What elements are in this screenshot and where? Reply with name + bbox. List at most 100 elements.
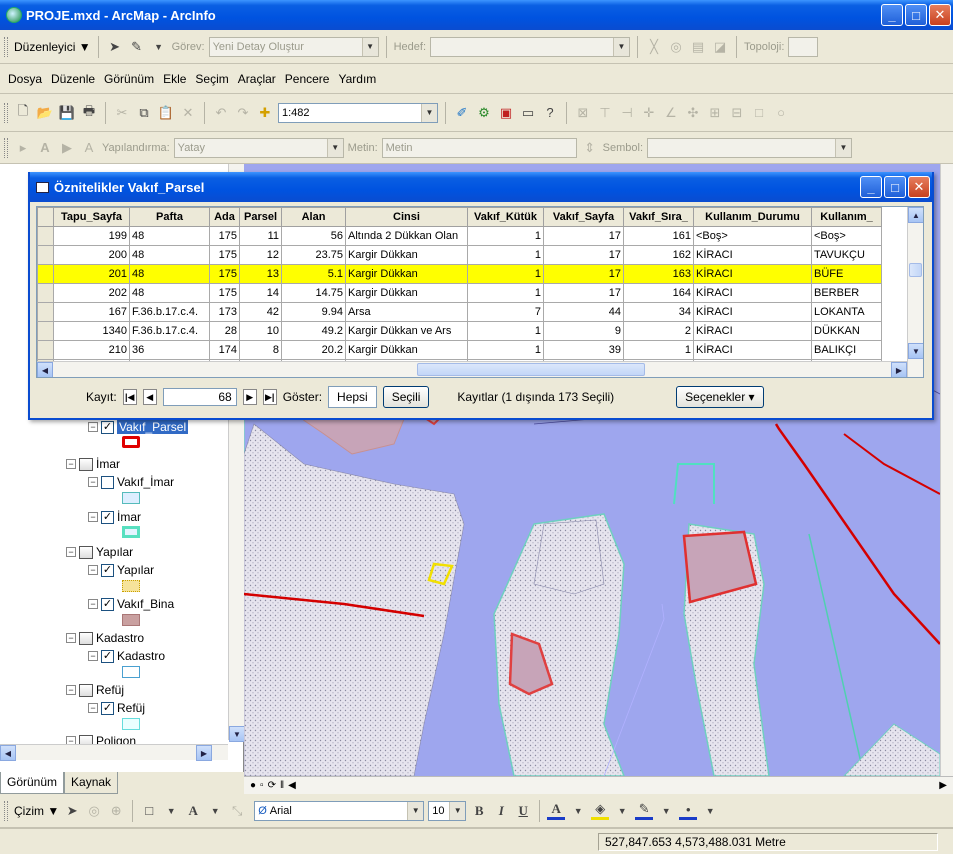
toc-group-refuj[interactable]: − Refüj bbox=[66, 683, 124, 697]
table-cell[interactable]: 48 bbox=[129, 264, 210, 284]
menu-edit[interactable]: Düzenle bbox=[51, 72, 95, 86]
table-row[interactable]: 1340 F.36.b.17.c.4. 28 10 49.2 Kargir Dükkan … bbox=[37, 321, 882, 341]
record-number-input[interactable]: 68 bbox=[162, 388, 237, 406]
editor-toolbar-icon[interactable]: ✐ bbox=[453, 104, 471, 122]
editor-menu-button[interactable]: Düzenleyici ▼ bbox=[14, 40, 91, 54]
marker-color-icon[interactable]: • bbox=[679, 802, 698, 820]
table-row[interactable]: 199 48 175 11 56 Altında 2 Dükkan Olan 1 17 161 <… bbox=[37, 226, 882, 246]
table-cell[interactable]: LOKANTA bbox=[811, 302, 882, 322]
table-cell[interactable]: 34 bbox=[623, 302, 694, 322]
table-cell[interactable]: 1 bbox=[467, 264, 544, 284]
table-cell[interactable]: 199 bbox=[53, 226, 130, 246]
whats-this-icon[interactable]: ? bbox=[541, 104, 559, 122]
table-cell[interactable]: <Boş> bbox=[693, 226, 812, 246]
angle-icon[interactable]: ∠ bbox=[662, 104, 680, 122]
table-cell[interactable]: 28 bbox=[209, 321, 240, 341]
rectangle-icon[interactable]: □ bbox=[750, 104, 768, 122]
table-cell[interactable]: 175 bbox=[209, 283, 240, 303]
table-cell[interactable]: BÜFE bbox=[811, 264, 882, 284]
text-tool-icon[interactable]: A bbox=[184, 802, 202, 820]
table-cell[interactable]: 163 bbox=[623, 264, 694, 284]
table-cell[interactable]: KİRACI bbox=[693, 264, 812, 284]
table-cell[interactable]: 39 bbox=[543, 340, 624, 360]
pause-icon[interactable]: ‖ bbox=[280, 780, 284, 791]
toc-layer-imar[interactable]: − ✓ İmar bbox=[88, 510, 141, 524]
toolbar-grip[interactable] bbox=[4, 36, 8, 57]
chevron-down-icon[interactable]: ▼ bbox=[657, 802, 675, 820]
table-cell[interactable]: 23.75 bbox=[281, 245, 346, 265]
scroll-thumb[interactable] bbox=[909, 263, 922, 277]
table-cell[interactable]: 49.2 bbox=[281, 321, 346, 341]
close-button[interactable]: ✕ bbox=[929, 4, 951, 26]
rectangle-draw-icon[interactable]: □ bbox=[140, 802, 158, 820]
toc-group-imar[interactable]: − İmar bbox=[66, 457, 120, 471]
trace-icon[interactable]: ⊣ bbox=[618, 104, 636, 122]
table-cell[interactable]: Altında 2 Dükkan Olan bbox=[345, 226, 468, 246]
drawing-menu-button[interactable]: Çizim ▼ bbox=[14, 804, 59, 818]
table-cell[interactable]: 13 bbox=[239, 264, 282, 284]
toc-group-kadastro[interactable]: − Kadastro bbox=[66, 631, 144, 645]
column-header[interactable]: Vakıf_Sıra_ bbox=[623, 207, 694, 227]
attr-maximize-button[interactable]: □ bbox=[884, 176, 906, 198]
table-cell[interactable]: 17 bbox=[543, 264, 624, 284]
table-cell[interactable]: 173 bbox=[209, 302, 240, 322]
table-cell[interactable]: 12 bbox=[239, 245, 282, 265]
table-cell[interactable]: 1340 bbox=[53, 321, 130, 341]
vertex-icon[interactable]: ✣ bbox=[684, 104, 702, 122]
sketch-tool-icon[interactable]: ✎ bbox=[128, 38, 146, 56]
zoom-to-selected-icon[interactable]: ⊕ bbox=[107, 802, 125, 820]
layer-checkbox[interactable]: ✓ bbox=[101, 597, 114, 611]
cut-icon[interactable]: ✂ bbox=[113, 104, 131, 122]
label-weight-icon[interactable]: A bbox=[80, 139, 98, 157]
zoom-box-icon[interactable]: ⊠ bbox=[574, 104, 592, 122]
first-record-button[interactable]: |◀ bbox=[122, 389, 137, 405]
crosshair-icon[interactable]: ✛ bbox=[640, 104, 658, 122]
table-cell[interactable]: 162 bbox=[623, 245, 694, 265]
table-cell[interactable]: KİRACI bbox=[693, 340, 812, 360]
table-cell[interactable]: 1 bbox=[467, 245, 544, 265]
table-cell[interactable]: KİRACI bbox=[693, 302, 812, 322]
column-header[interactable]: Alan bbox=[281, 207, 346, 227]
toc-layer-vakif-bina[interactable]: − ✓ Vakıf_Bina bbox=[88, 597, 174, 611]
layer-label[interactable]: Vakıf_Parsel bbox=[117, 420, 189, 434]
redo-icon[interactable]: ↷ bbox=[234, 104, 252, 122]
table-cell[interactable]: Arsa bbox=[345, 302, 468, 322]
table-cell[interactable]: 164 bbox=[623, 283, 694, 303]
bold-icon[interactable]: B bbox=[470, 802, 488, 820]
table-cell[interactable]: 14 bbox=[239, 283, 282, 303]
table-cell[interactable]: Kargir Dükkan ve Ars bbox=[345, 321, 468, 341]
label-manager-icon[interactable]: ▸ bbox=[14, 139, 32, 157]
row-selector[interactable] bbox=[37, 245, 54, 265]
menu-help[interactable]: Yardım bbox=[338, 72, 376, 86]
new-document-icon[interactable]: 🗋 bbox=[14, 103, 32, 122]
toc-layer-vakif-parsel[interactable]: − ✓ Vakıf_Parsel bbox=[88, 420, 189, 434]
paste-icon[interactable]: 📋 bbox=[157, 104, 175, 122]
table-cell[interactable]: Kargir Dükkan bbox=[345, 283, 468, 303]
arccatalog-icon[interactable]: ⚙ bbox=[475, 104, 493, 122]
row-selector[interactable] bbox=[37, 226, 54, 246]
font-dropdown[interactable]: Ø Arial ▼ bbox=[254, 800, 425, 821]
table-cell[interactable]: 7 bbox=[467, 302, 544, 322]
show-selected-button[interactable]: Seçili bbox=[382, 386, 430, 408]
tab-display[interactable]: Görünüm bbox=[0, 772, 65, 794]
edit-tool-icon[interactable]: ➤ bbox=[106, 38, 124, 56]
toc-layer-vakif-imar[interactable]: − Vakıf_İmar bbox=[88, 475, 174, 489]
table-row[interactable]: 200 48 175 12 23.75 Kargir Dükkan 1 17 162 KİRACI… bbox=[37, 245, 882, 265]
attribute-grid[interactable]: Tapu_Sayfa Pafta Ada Parsel Alan Cinsi V… bbox=[36, 206, 924, 378]
underline-icon[interactable]: U bbox=[514, 802, 532, 820]
grid-horizontal-scrollbar[interactable]: ◀ ▶ bbox=[37, 361, 907, 377]
scroll-left-icon[interactable]: ◀ bbox=[288, 780, 296, 791]
collapse-icon[interactable]: − bbox=[88, 422, 98, 432]
chevron-down-icon[interactable]: ▼ bbox=[569, 802, 587, 820]
sketch-properties-icon[interactable]: ◪ bbox=[711, 38, 729, 56]
command-line-icon[interactable]: ▭ bbox=[519, 104, 537, 122]
table-cell[interactable]: Kargir Dükkan bbox=[345, 340, 468, 360]
toc-group-yapilar[interactable]: − Yapılar bbox=[66, 545, 133, 559]
reshape-icon[interactable]: ⊞ bbox=[706, 104, 724, 122]
column-header[interactable]: Parsel bbox=[239, 207, 282, 227]
table-cell[interactable]: BERBER bbox=[811, 283, 882, 303]
label-pointer-icon[interactable]: ▶ bbox=[58, 139, 76, 157]
font-color-icon[interactable]: A bbox=[547, 801, 566, 820]
table-row[interactable]: 201 48 175 13 5.1 Kargir Dükkan 1 17 163 KİRACI BÜ… bbox=[37, 264, 882, 284]
table-cell[interactable]: 9 bbox=[543, 321, 624, 341]
